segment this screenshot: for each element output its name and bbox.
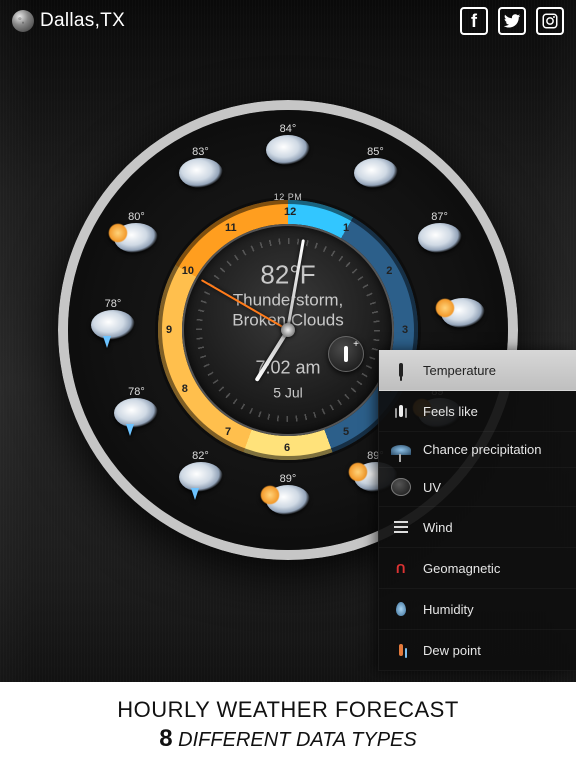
- hourly-temp: 87°: [431, 211, 448, 223]
- cloud-icon: [354, 158, 398, 188]
- wind-icon: [391, 517, 411, 537]
- hour-number: 2: [386, 265, 392, 277]
- promo-footer: HOURLY WEATHER FORECAST 8 DIFFERENT DATA…: [0, 682, 576, 768]
- hour-number: 12: [284, 206, 296, 218]
- umbr-icon: [391, 445, 411, 455]
- storm-icon: [91, 310, 135, 340]
- hum-icon: [391, 599, 411, 619]
- menu-item-label: UV: [423, 480, 441, 495]
- top-bar: Dallas,TX f: [0, 0, 576, 40]
- data-type-toggle-button[interactable]: [328, 336, 364, 372]
- menu-item-label: Chance precipitation: [423, 442, 542, 457]
- hourly-temp: 83°: [192, 146, 209, 158]
- hourly-sector[interactable]: 82°: [169, 450, 233, 514]
- hourly-sector[interactable]: 83°: [169, 146, 233, 210]
- footer-count: 8: [159, 725, 172, 752]
- hour-number: 8: [182, 383, 188, 395]
- menu-item-feels-like[interactable]: Feels like: [379, 391, 576, 432]
- hour-number: 3: [402, 324, 408, 336]
- current-time: 7:02 am: [232, 357, 344, 378]
- hourly-temp: 80°: [128, 211, 145, 223]
- hour-number: 1: [343, 222, 349, 234]
- menu-item-label: Humidity: [423, 602, 474, 617]
- menu-item-temperature[interactable]: Temperature: [379, 350, 576, 391]
- dew-icon: [391, 640, 411, 660]
- hourly-temp: 78°: [105, 298, 122, 310]
- hourly-sector[interactable]: 80°: [104, 211, 168, 275]
- menu-item-label: Dew point: [423, 643, 481, 658]
- footer-line2: 8 DIFFERENT DATA TYPES: [159, 725, 416, 753]
- hour-number: 10: [182, 265, 194, 277]
- noon-label: 12 PM: [274, 192, 303, 202]
- hourly-temp: 78°: [128, 386, 145, 398]
- feels-icon: [391, 401, 411, 421]
- hourly-sector[interactable]: 78°: [104, 386, 168, 450]
- twitter-icon: [503, 12, 521, 30]
- menu-item-humidity[interactable]: Humidity: [379, 589, 576, 630]
- hourly-sector[interactable]: 89°: [256, 473, 320, 537]
- hour-number: 11: [225, 222, 237, 234]
- data-type-menu: Temperature Feels like Chance precipitatio…: [378, 350, 576, 671]
- hourly-temp: 82°: [192, 450, 209, 462]
- location-label: Dallas,TX: [40, 10, 125, 32]
- hour-number: 6: [284, 442, 290, 454]
- sun-icon: [114, 223, 158, 253]
- menu-item-label: Geomagnetic: [423, 561, 500, 576]
- storm-icon: [114, 398, 158, 428]
- uv-icon: [391, 478, 411, 496]
- hourly-temp: 85°: [367, 146, 384, 158]
- instagram-button[interactable]: [536, 7, 564, 35]
- menu-item-label: Wind: [423, 520, 453, 535]
- footer-rest: DIFFERENT DATA TYPES: [173, 729, 417, 751]
- hourly-sector[interactable]: 84°: [256, 123, 320, 187]
- menu-item-wind[interactable]: Wind: [379, 507, 576, 548]
- location-group[interactable]: Dallas,TX: [12, 10, 125, 32]
- cloud-icon: [179, 158, 223, 188]
- menu-item-geomagnetic[interactable]: Geomagnetic: [379, 548, 576, 589]
- storm-icon: [179, 462, 223, 492]
- thermo-icon: [391, 360, 411, 380]
- footer-line1: HOURLY WEATHER FORECAST: [117, 697, 459, 723]
- facebook-button[interactable]: f: [460, 7, 488, 35]
- hourly-sector[interactable]: 85°: [344, 146, 408, 210]
- globe-icon: [12, 10, 34, 32]
- hourly-sector[interactable]: 78°: [81, 298, 145, 362]
- hour-number: 9: [166, 324, 172, 336]
- hourly-sector[interactable]: 87°: [408, 211, 472, 275]
- sun-icon: [441, 298, 485, 328]
- menu-item-label: Temperature: [423, 363, 496, 378]
- menu-item-uv[interactable]: UV: [379, 468, 576, 507]
- sun-icon: [266, 485, 310, 515]
- social-buttons: f: [460, 7, 564, 35]
- menu-item-label: Feels like: [423, 404, 478, 419]
- menu-item-dew-point[interactable]: Dew point: [379, 630, 576, 671]
- hour-number: 5: [343, 426, 349, 438]
- current-temp: 82°F: [232, 260, 344, 291]
- twitter-button[interactable]: [498, 7, 526, 35]
- cloud-icon: [418, 223, 462, 253]
- geo-icon: [391, 558, 411, 578]
- current-date: 5 Jul: [232, 384, 344, 400]
- hour-number: 7: [225, 426, 231, 438]
- hourly-temp: 89°: [280, 473, 297, 485]
- hourly-temp: 84°: [280, 123, 297, 135]
- menu-item-chance-precipitation[interactable]: Chance precipitation: [379, 432, 576, 468]
- instagram-icon: [541, 12, 559, 30]
- clock-hub: [281, 323, 295, 337]
- cloud-icon: [266, 135, 310, 165]
